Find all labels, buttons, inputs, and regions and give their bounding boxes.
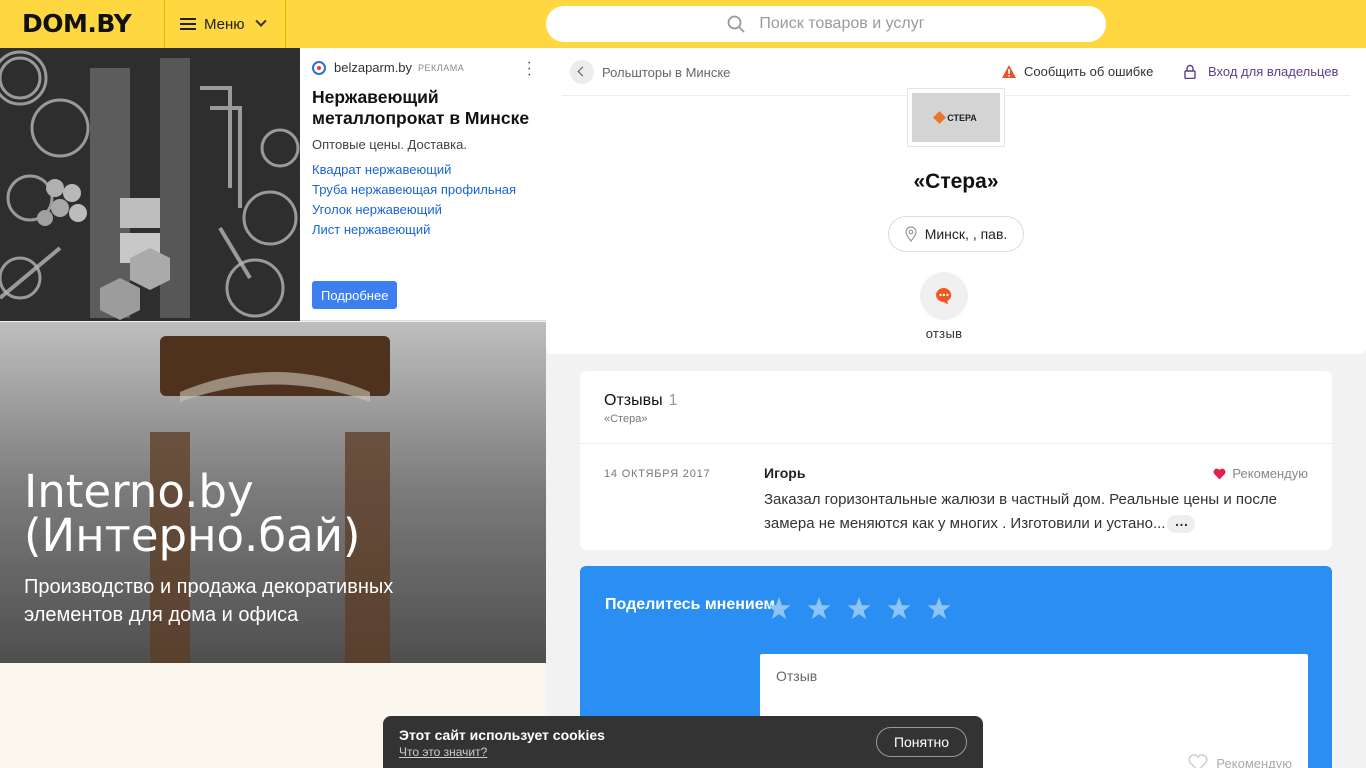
review-textarea-placeholder: Отзыв bbox=[776, 668, 818, 684]
ad-block: belzaparm.by РЕКЛАМА · · · Нержавеющий мет… bbox=[0, 48, 546, 321]
share-title: Поделитесь мнением bbox=[605, 596, 776, 613]
ad-text: belzaparm.by РЕКЛАМА · · · Нержавеющий мет… bbox=[300, 48, 546, 321]
warning-icon bbox=[1002, 65, 1016, 78]
cookie-accept-button[interactable]: Понятно bbox=[876, 727, 967, 757]
reviews-heading: Отзывы bbox=[604, 392, 663, 409]
report-error-label: Сообщить об ошибке bbox=[1024, 64, 1154, 79]
chat-bubble-icon bbox=[936, 288, 952, 305]
ad-link[interactable]: Труба нержавеющая профильная bbox=[312, 180, 534, 200]
heart-outline-icon bbox=[1188, 754, 1208, 768]
company-card: Рольшторы в Минске Сообщить об ошибке Вх… bbox=[546, 48, 1366, 354]
search-icon bbox=[728, 15, 746, 33]
report-error-link[interactable]: Сообщить об ошибке bbox=[1002, 64, 1153, 79]
cookie-title: Этот сайт использует cookies bbox=[399, 727, 605, 743]
ad-links: Квадрат нержавеющий Труба нержавеющая пр… bbox=[312, 160, 534, 240]
star-icon[interactable] bbox=[927, 597, 951, 620]
review-date: 14 ОКТЯБРЯ 2017 bbox=[604, 468, 711, 480]
review-text-content: Заказал горизонтальные жалюзи в частный … bbox=[764, 491, 1277, 532]
menu-label: Меню bbox=[204, 15, 245, 33]
lock-icon bbox=[1184, 64, 1196, 79]
ad-label: РЕКЛАМА bbox=[418, 62, 465, 73]
write-review-label: отзыв bbox=[925, 326, 963, 341]
reviews-title: Отзывы 1 bbox=[604, 392, 678, 410]
ad-source-domain: belzaparm.by bbox=[334, 60, 413, 75]
address-button[interactable]: Минск, , пав. bbox=[888, 216, 1024, 252]
promo-banner[interactable]: Interno.by (Интерно.бай) Производство и … bbox=[0, 322, 546, 663]
cookie-banner: Этот сайт использует cookies Что это зна… bbox=[383, 716, 983, 768]
star-icon[interactable] bbox=[807, 597, 831, 620]
rating-stars bbox=[767, 597, 967, 620]
reviews-card: Отзывы 1 «Стера» 14 ОКТЯБРЯ 2017 Игорь Ре… bbox=[580, 371, 1332, 550]
company-logo-text: СТЕРА bbox=[947, 112, 977, 123]
ad-link[interactable]: Лист нержавеющий bbox=[312, 220, 534, 240]
recommend-toggle[interactable]: Рекомендую bbox=[1188, 754, 1292, 768]
heart-icon bbox=[1213, 468, 1226, 479]
chevron-down-icon bbox=[254, 15, 267, 27]
ad-description: Оптовые цены. Доставка. bbox=[312, 137, 467, 152]
address-text: Минск, , пав. bbox=[924, 226, 1008, 242]
cookie-info-link[interactable]: Что это значит? bbox=[399, 745, 487, 759]
site-header: DOM.BY Меню Поиск товаров и услуг bbox=[0, 0, 1366, 48]
ad-link[interactable]: Уголок нержавеющий bbox=[312, 200, 534, 220]
back-button[interactable] bbox=[570, 60, 594, 84]
ad-source-icon bbox=[312, 60, 326, 75]
more-options-icon[interactable]: · · · bbox=[527, 55, 532, 83]
write-review-button[interactable] bbox=[920, 272, 968, 320]
promo-title: Interno.by (Интерно.бай) bbox=[24, 465, 361, 562]
site-logo[interactable]: DOM.BY bbox=[22, 9, 132, 38]
divider bbox=[580, 443, 1332, 444]
company-name: «Стера» bbox=[913, 170, 999, 193]
ad-source[interactable]: belzaparm.by РЕКЛАМА bbox=[312, 60, 534, 75]
star-icon[interactable] bbox=[847, 597, 871, 620]
review-recommend-label: Рекомендую bbox=[1232, 466, 1308, 481]
star-icon[interactable] bbox=[767, 597, 791, 620]
company-logo-mark bbox=[933, 111, 947, 124]
ad-link[interactable]: Квадрат нержавеющий bbox=[312, 160, 534, 180]
reviews-count: 1 bbox=[668, 392, 678, 409]
location-pin-icon bbox=[905, 226, 917, 242]
search-input[interactable]: Поиск товаров и услуг bbox=[546, 6, 1106, 42]
company-logo: СТЕРА bbox=[907, 88, 1005, 147]
owners-login-link[interactable]: Вход для владельцев bbox=[1184, 64, 1338, 79]
ad-more-button[interactable]: Подробнее bbox=[312, 281, 398, 309]
review-author: Игорь bbox=[764, 465, 806, 481]
menu-button[interactable]: Меню bbox=[164, 0, 286, 48]
review-recommend: Рекомендую bbox=[1213, 466, 1308, 481]
reviews-company: «Стера» bbox=[604, 413, 648, 425]
steel-profiles-image bbox=[0, 48, 300, 321]
promo-subtitle: Производство и продажа декоративных элем… bbox=[24, 576, 394, 626]
expand-review-button[interactable]: … bbox=[1167, 514, 1196, 534]
breadcrumb[interactable]: Рольшторы в Минске bbox=[602, 65, 730, 80]
ad-title[interactable]: Нержавеющий металлопрокат в Минске bbox=[312, 87, 534, 129]
search-placeholder: Поиск товаров и услуг bbox=[759, 15, 925, 32]
star-icon[interactable] bbox=[887, 597, 911, 620]
hamburger-icon bbox=[180, 18, 196, 30]
recommend-toggle-label: Рекомендую bbox=[1216, 755, 1292, 768]
review-text: Заказал горизонтальные жалюзи в частный … bbox=[764, 488, 1309, 536]
owners-login-label: Вход для владельцев bbox=[1208, 64, 1339, 79]
ad-image-steel-profiles[interactable] bbox=[0, 48, 300, 321]
